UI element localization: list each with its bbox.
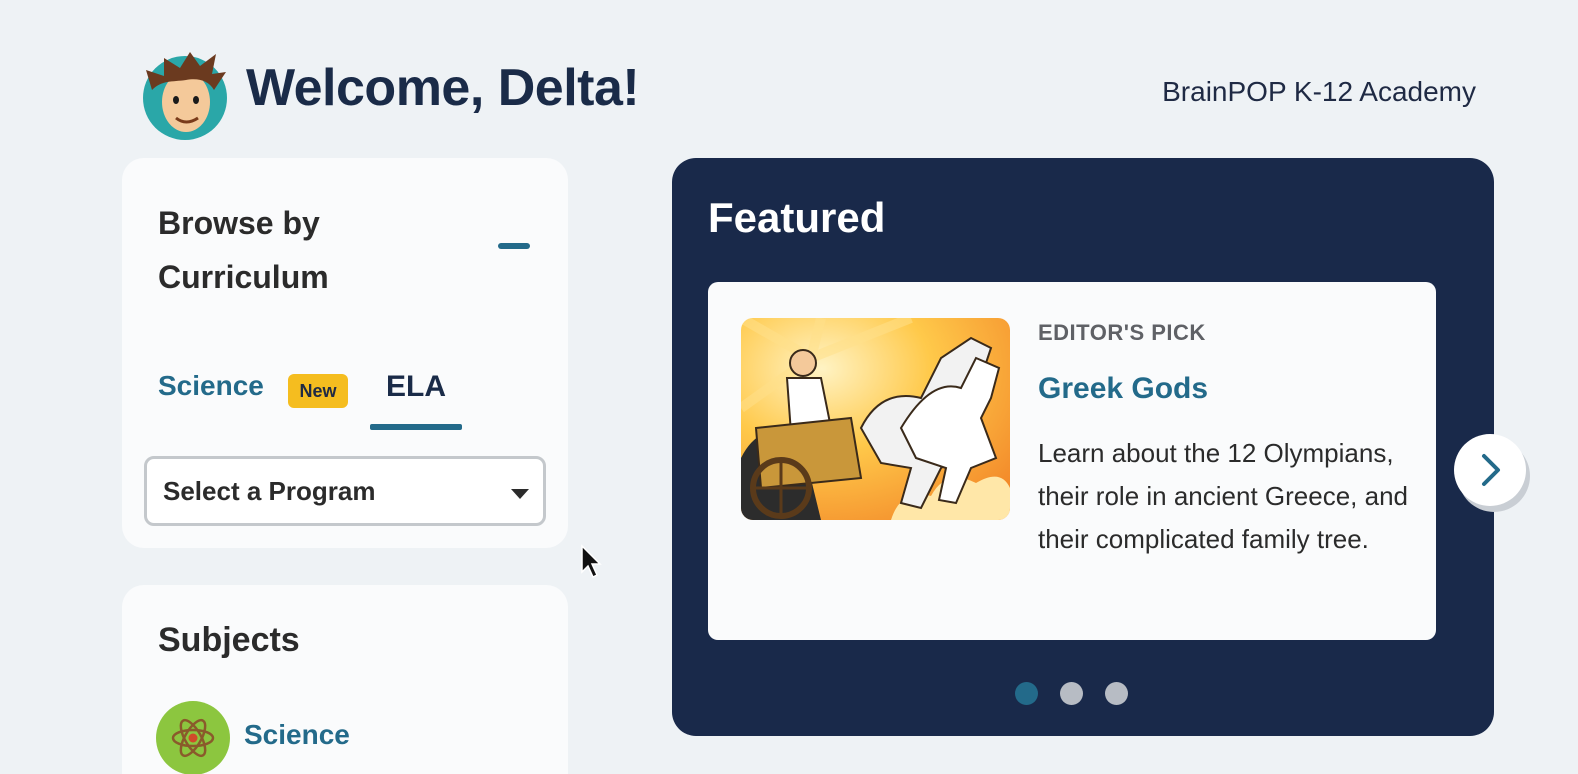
carousel-dot-2[interactable]	[1060, 682, 1083, 705]
featured-panel: Featured EDITOR'S PICK Greek Gods Learn …	[672, 158, 1526, 736]
tab-ela[interactable]: ELA	[370, 370, 462, 430]
browse-title: Browse by Curriculum	[158, 205, 329, 295]
carousel-dot-3[interactable]	[1105, 682, 1128, 705]
subjects-title: Subjects	[158, 621, 300, 659]
collapse-button[interactable]	[494, 234, 534, 258]
chevron-right-icon	[1482, 454, 1500, 486]
featured-card-title[interactable]: Greek Gods	[1038, 372, 1208, 406]
next-slide-button[interactable]	[1454, 434, 1526, 506]
atom-icon[interactable]	[156, 701, 230, 774]
organization-name: BrainPOP K-12 Academy	[1162, 76, 1476, 107]
program-select-value: Select a Program	[163, 475, 376, 506]
carousel-dot-1[interactable]	[1015, 682, 1038, 705]
caret-down-icon	[511, 489, 529, 499]
featured-card[interactable]: EDITOR'S PICK Greek Gods Learn about the…	[708, 282, 1436, 640]
featured-title: Featured	[708, 194, 886, 241]
program-select[interactable]: Select a Program	[144, 456, 546, 526]
subject-science[interactable]: Science	[244, 719, 350, 751]
avatar	[142, 50, 228, 140]
minus-icon	[498, 243, 530, 249]
featured-card-description: Learn about the 12 Olympians, their role…	[1038, 438, 1408, 554]
carousel-pagination	[1015, 682, 1128, 705]
tab-science[interactable]: Science	[158, 370, 264, 402]
subjects-panel: Subjects Science	[122, 585, 568, 774]
featured-image	[741, 318, 1010, 520]
active-tab-indicator	[370, 424, 462, 430]
browse-by-curriculum-panel: Browse by Curriculum Science New ELA Sel…	[122, 158, 568, 548]
featured-kicker: EDITOR'S PICK	[1038, 320, 1206, 345]
mouse-cursor-icon	[581, 544, 602, 579]
welcome-heading: Welcome, Delta!	[246, 59, 640, 117]
new-badge: New	[288, 374, 348, 408]
